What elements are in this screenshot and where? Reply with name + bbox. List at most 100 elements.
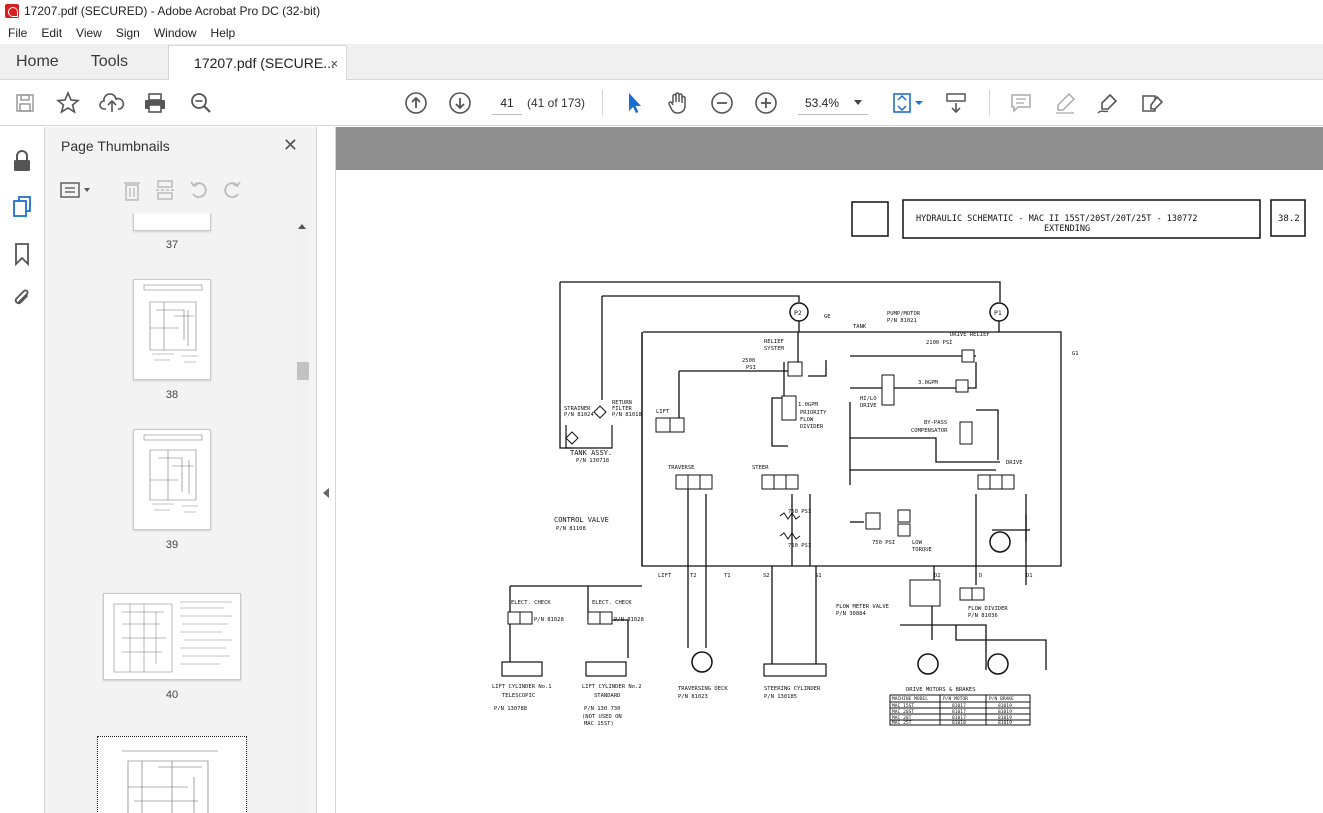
label-compensator: COMPENSATOR (911, 428, 948, 434)
thumbnail-scrollbar[interactable] (296, 223, 308, 813)
tab-tools[interactable]: Tools (75, 44, 144, 79)
scroll-mode-icon[interactable] (943, 90, 969, 116)
label-lift-cylinder-2-pn: P/N 130 730 (584, 706, 620, 712)
delete-page-icon[interactable] (119, 177, 145, 203)
page-thumbnail[interactable] (103, 593, 241, 680)
search-zoom-icon[interactable] (188, 90, 214, 116)
page-thumbnails-icon[interactable] (8, 193, 36, 221)
menu-file[interactable]: File (2, 26, 33, 40)
label-2100: 2100 PSI (926, 340, 953, 346)
tab-home[interactable]: Home (0, 44, 75, 79)
table-cell: MAC 25T (892, 720, 912, 726)
menu-edit[interactable]: Edit (35, 26, 68, 40)
page-thumbnail-current[interactable] (97, 736, 247, 813)
sign-pen-icon[interactable] (1096, 90, 1122, 116)
tab-document[interactable]: 17207.pdf (SECURE... × (168, 45, 348, 80)
label-lift: LIFT (656, 409, 670, 415)
thumbnail-label: 38 (165, 389, 179, 401)
save-icon[interactable] (12, 90, 38, 116)
label-strainer-pn: P/N 81024 (564, 412, 594, 418)
menu-sign[interactable]: Sign (110, 26, 146, 40)
label-g: GE (824, 314, 831, 320)
menu-help[interactable]: Help (205, 26, 242, 40)
label-filter-pn: P/N 81018 (612, 412, 642, 418)
table-cell: MAC 20ST (892, 709, 914, 715)
label-2500: 2500 (742, 358, 755, 364)
table-cell: 81017 (952, 709, 966, 715)
label-traversing-deck: TRAVERSING DECK (678, 686, 728, 692)
attachment-icon[interactable] (8, 285, 36, 313)
toolbar-divider (989, 90, 990, 116)
scroll-up-arrow-icon[interactable] (298, 224, 306, 229)
print-icon[interactable] (142, 90, 168, 116)
highlight-pen-icon[interactable] (1052, 90, 1078, 116)
zoom-in-icon[interactable] (753, 90, 779, 116)
label-750-b: 750 PSI (788, 543, 811, 549)
insert-page-icon[interactable] (152, 177, 178, 203)
return-filter-symbol (593, 405, 607, 419)
document-viewport[interactable]: HYDRAULIC SCHEMATIC - MAC II 15ST/20ST/2… (336, 127, 1323, 813)
label-divider: DIVIDER (800, 424, 824, 430)
traversing-deck-motor (691, 651, 713, 673)
close-panel-icon[interactable]: ✕ (283, 135, 298, 156)
panel-title: Page Thumbnails (61, 138, 170, 154)
star-icon[interactable] (55, 90, 81, 116)
fit-page-icon[interactable] (888, 90, 928, 116)
scrollbar-thumb[interactable] (297, 362, 309, 380)
rotate-right-icon[interactable] (219, 177, 245, 203)
menu-view[interactable]: View (70, 26, 108, 40)
thumbnail-options-icon[interactable] (59, 177, 93, 203)
rotate-left-icon[interactable] (186, 177, 212, 203)
label-port-s2: S2 (763, 573, 770, 579)
label-port-d1: D1 (1026, 573, 1033, 579)
schematic-title: HYDRAULIC SCHEMATIC - MAC II 15ST/20ST/2… (916, 214, 1197, 224)
page-number-input[interactable] (492, 91, 522, 115)
pump-p2-label: P2 (794, 309, 802, 317)
zoom-out-icon[interactable] (709, 90, 735, 116)
label-lift-cylinder-2: LIFT CYLINDER No.2 (582, 684, 642, 690)
label-pump-motor: PUMP/MOTOR (887, 311, 921, 317)
label-port-t2: T2 (690, 573, 697, 579)
page-thumbnail[interactable] (133, 279, 211, 380)
page-thumbnail[interactable] (133, 213, 211, 231)
close-tab-icon[interactable]: × (330, 56, 338, 71)
thumbnail-preview (113, 601, 232, 673)
steering-cylinder (763, 663, 827, 677)
page-thumbnail[interactable] (133, 429, 211, 530)
zoom-level-select[interactable]: 53.4% (798, 91, 868, 115)
label-steering-cylinder: STEERING CYLINDER (764, 686, 821, 692)
thumbnail-tools (45, 173, 316, 207)
label-steer: STEER (752, 465, 769, 471)
label-gpm: 3.0GPM (918, 380, 939, 386)
table-header-motor: P/N MOTOR (943, 696, 968, 702)
label-low: LOW (912, 540, 923, 546)
left-navigation-rail (0, 127, 45, 813)
drive-motor-table-text: MACHINE MODEL P/N MOTOR P/N BRAKE MAC 15… (892, 696, 1014, 726)
table-cell: MAC 15ST (892, 703, 914, 709)
hand-tool-icon[interactable] (665, 90, 691, 116)
table-header-model: MACHINE MODEL (892, 696, 928, 702)
panel-collapse-strip (317, 127, 336, 813)
label-1gpm: 1.0GPM (798, 402, 819, 408)
menu-window[interactable]: Window (148, 26, 203, 40)
upload-cloud-icon[interactable] (99, 90, 125, 116)
comment-icon[interactable] (1008, 90, 1034, 116)
label-flow-meter-pn: P/N 30884 (836, 611, 866, 617)
previous-page-icon[interactable] (403, 90, 429, 116)
thumbnail-preview (122, 750, 218, 813)
label-pump-pn: P/N 81021 (887, 318, 917, 324)
window-title: 17207.pdf (SECURED) - Adobe Acrobat Pro … (24, 4, 321, 18)
label-port-d: D (979, 573, 982, 579)
title-bar: 17207.pdf (SECURED) - Adobe Acrobat Pro … (0, 0, 1323, 22)
label-port-d2: D2 (934, 573, 941, 579)
bookmark-icon[interactable] (8, 240, 36, 268)
lock-icon[interactable] (8, 147, 36, 175)
chevron-down-icon (854, 100, 862, 105)
label-relief: RELIEF (764, 339, 784, 345)
drive-motor-right (987, 653, 1009, 675)
next-page-icon[interactable] (447, 90, 473, 116)
select-cursor-icon[interactable] (621, 90, 647, 116)
fill-sign-icon[interactable] (1140, 90, 1166, 116)
collapse-panel-icon[interactable] (323, 488, 329, 498)
title-block-blank-box (851, 201, 889, 237)
